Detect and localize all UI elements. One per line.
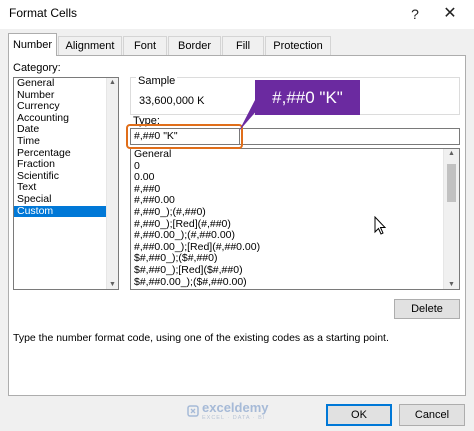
category-item-general[interactable]: General: [14, 77, 118, 90]
scroll-thumb[interactable]: [447, 164, 456, 202]
tab-font[interactable]: Font: [123, 36, 167, 55]
tab-protection[interactable]: Protection: [265, 36, 331, 55]
format-item[interactable]: #,##0: [131, 183, 459, 196]
category-item-custom[interactable]: Custom: [14, 205, 118, 218]
help-button[interactable]: ?: [404, 2, 426, 26]
close-button[interactable]: ✕: [438, 2, 462, 26]
category-item-time[interactable]: Time: [14, 135, 118, 148]
tab-border[interactable]: Border: [168, 36, 221, 55]
format-item[interactable]: 0: [131, 160, 459, 173]
category-list[interactable]: General Number Currency Accounting Date …: [13, 77, 119, 290]
description-text: Type the number format code, using one o…: [13, 332, 389, 344]
scroll-down-icon[interactable]: ▼: [448, 281, 455, 288]
format-item[interactable]: General: [131, 148, 459, 161]
watermark-name: exceldemy: [202, 400, 269, 415]
format-scrollbar[interactable]: ▲ ▼: [443, 149, 459, 289]
category-item-fraction[interactable]: Fraction: [14, 159, 118, 171]
sample-label: Sample: [136, 75, 178, 87]
format-item[interactable]: #,##0_);(#,##0): [131, 206, 459, 219]
format-item[interactable]: $#,##0_);[Red]($#,##0): [131, 264, 459, 277]
sample-value: 33,600,000 K: [139, 95, 205, 107]
tab-fill[interactable]: Fill: [222, 36, 264, 55]
format-item[interactable]: #,##0.00_);(#,##0.00): [131, 230, 459, 242]
ok-button[interactable]: OK: [326, 404, 392, 426]
mouse-cursor-icon: [374, 215, 388, 239]
tab-number[interactable]: Number: [8, 33, 57, 56]
category-label: Category:: [13, 62, 61, 74]
type-input-field[interactable]: [240, 128, 460, 145]
format-item[interactable]: $#,##0.00_);($#,##0.00): [131, 276, 459, 289]
delete-button[interactable]: Delete: [394, 299, 460, 319]
watermark-tagline: EXCEL · DATA · BI: [202, 415, 266, 421]
scroll-up-icon[interactable]: ▲: [448, 150, 455, 157]
dialog-title: Format Cells: [9, 6, 78, 20]
category-item-special[interactable]: Special: [14, 193, 118, 206]
format-code-list[interactable]: General 0 0.00 #,##0 #,##0.00 #,##0_);(#…: [130, 148, 460, 290]
watermark-logo: exceldemy EXCEL · DATA · BI: [187, 400, 269, 421]
scroll-down-icon[interactable]: ▼: [109, 281, 116, 288]
category-scrollbar[interactable]: ▲ ▼: [106, 78, 118, 289]
exceldemy-logo-icon: [187, 404, 199, 417]
scroll-up-icon[interactable]: ▲: [109, 79, 116, 86]
type-input-highlight: [126, 124, 243, 149]
callout-label: #,##0 "K": [255, 80, 360, 115]
cancel-button[interactable]: Cancel: [399, 404, 465, 426]
format-item[interactable]: 0.00: [131, 172, 459, 184]
tab-alignment[interactable]: Alignment: [58, 36, 122, 55]
